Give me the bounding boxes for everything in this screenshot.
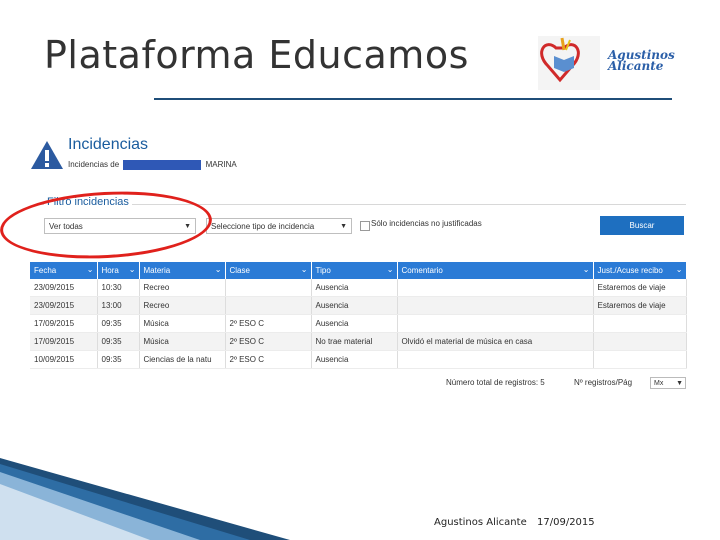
table-row[interactable]: 23/09/2015 10:30 Recreo Ausencia Estarem…: [30, 279, 687, 297]
cell-hora: 09:35: [97, 350, 140, 369]
warning-icon: [31, 141, 63, 169]
cell-tipo: Ausencia: [311, 279, 398, 297]
cell-justificacion: [593, 314, 687, 333]
chevron-down-icon: ⌄: [128, 265, 136, 274]
decorative-swoosh: [0, 458, 290, 540]
unjustified-label: Sólo incidencias no justificadas: [371, 219, 482, 228]
educamos-screenshot: Incidencias Incidencias de MARINA Filtro…: [30, 130, 687, 395]
cell-comentario: [397, 296, 594, 315]
cell-tipo: Ausencia: [311, 314, 398, 333]
cell-materia: Ciencias de la natu: [139, 350, 226, 369]
incidencias-subtitle: Incidencias de MARINA: [68, 160, 237, 170]
cell-tipo: No trae material: [311, 332, 398, 351]
table-row[interactable]: 10/09/2015 09:35 Ciencias de la natu 2º …: [30, 350, 687, 369]
cell-fecha: 17/09/2015: [30, 314, 98, 333]
footer-date: 17/09/2015: [537, 517, 595, 528]
incidents-table: Fecha ⌄ Hora ⌄ Materia ⌄ Clase ⌄ Tipo ⌄ Comen…: [30, 262, 687, 369]
cell-tipo: Ausencia: [311, 296, 398, 315]
cell-hora: 10:30: [97, 279, 140, 297]
cell-comentario: [397, 279, 594, 297]
column-header-clase[interactable]: Clase ⌄: [225, 262, 312, 279]
cell-comentario: Olvidó el material de música en casa: [397, 332, 594, 351]
table-row[interactable]: 17/09/2015 09:35 Música 2º ESO C Ausenci…: [30, 314, 687, 333]
column-header-fecha[interactable]: Fecha ⌄: [30, 262, 98, 279]
column-header-materia[interactable]: Materia ⌄: [139, 262, 226, 279]
cell-clase: [225, 279, 312, 297]
cell-fecha: 10/09/2015: [30, 350, 98, 369]
cell-fecha: 17/09/2015: [30, 332, 98, 351]
column-header-hora[interactable]: Hora ⌄: [97, 262, 140, 279]
title-divider: [154, 98, 672, 100]
chevron-down-icon: ⌄: [300, 265, 308, 274]
cell-hora: 09:35: [97, 314, 140, 333]
search-button[interactable]: Buscar: [600, 216, 684, 235]
cell-comentario: [397, 314, 594, 333]
cell-justificacion: Estaremos de viaje: [593, 296, 687, 315]
cell-materia: Música: [139, 332, 226, 351]
chevron-down-icon: ⌄: [86, 265, 94, 274]
column-header-tipo[interactable]: Tipo ⌄: [311, 262, 398, 279]
cell-fecha: 23/09/2015: [30, 279, 98, 297]
cell-materia: Música: [139, 314, 226, 333]
slide-title: Plataforma Educamos: [44, 33, 469, 77]
cell-clase: 2º ESO C: [225, 350, 312, 369]
cell-materia: Recreo: [139, 279, 226, 297]
cell-clase: 2º ESO C: [225, 332, 312, 351]
table-row[interactable]: 23/09/2015 13:00 Recreo Ausencia Estarem…: [30, 296, 687, 315]
records-per-page-label: Nº registros/Pág: [574, 378, 633, 387]
cell-hora: 09:35: [97, 332, 140, 351]
cell-justificacion: [593, 332, 687, 351]
school-logo-text: Agustinos Alicante: [608, 48, 675, 73]
chevron-down-icon: ⌄: [386, 265, 394, 274]
table-row[interactable]: 17/09/2015 09:35 Música 2º ESO C No trae…: [30, 332, 687, 351]
column-header-justificacion[interactable]: Just./Acuse recibo ⌄: [593, 262, 687, 279]
cell-tipo: Ausencia: [311, 350, 398, 369]
table-header-row: Fecha ⌄ Hora ⌄ Materia ⌄ Clase ⌄ Tipo ⌄ Comen…: [30, 262, 687, 279]
cell-clase: [225, 296, 312, 315]
records-per-page-select[interactable]: Mx ▼: [650, 377, 686, 389]
chevron-down-icon: ⌄: [675, 265, 683, 274]
cell-materia: Recreo: [139, 296, 226, 315]
footer-organization: Agustinos Alicante: [434, 517, 527, 528]
total-records-label: Número total de registros: 5: [446, 378, 545, 387]
unjustified-checkbox[interactable]: [360, 221, 370, 231]
incident-type-select[interactable]: Seleccione tipo de incidencia ▼: [206, 218, 352, 234]
redacted-name: [123, 160, 202, 170]
dropdown-arrow-icon: ▼: [340, 223, 347, 230]
cell-hora: 13:00: [97, 296, 140, 315]
cell-justificacion: Estaremos de viaje: [593, 279, 687, 297]
cell-justificacion: [593, 350, 687, 369]
cell-fecha: 23/09/2015: [30, 296, 98, 315]
dropdown-arrow-icon: ▼: [676, 380, 683, 387]
column-header-comentario[interactable]: Comentario ⌄: [397, 262, 594, 279]
cell-comentario: [397, 350, 594, 369]
chevron-down-icon: ⌄: [214, 265, 222, 274]
chevron-down-icon: ⌄: [582, 265, 590, 274]
incidencias-heading: Incidencias: [68, 136, 149, 153]
cell-clase: 2º ESO C: [225, 314, 312, 333]
